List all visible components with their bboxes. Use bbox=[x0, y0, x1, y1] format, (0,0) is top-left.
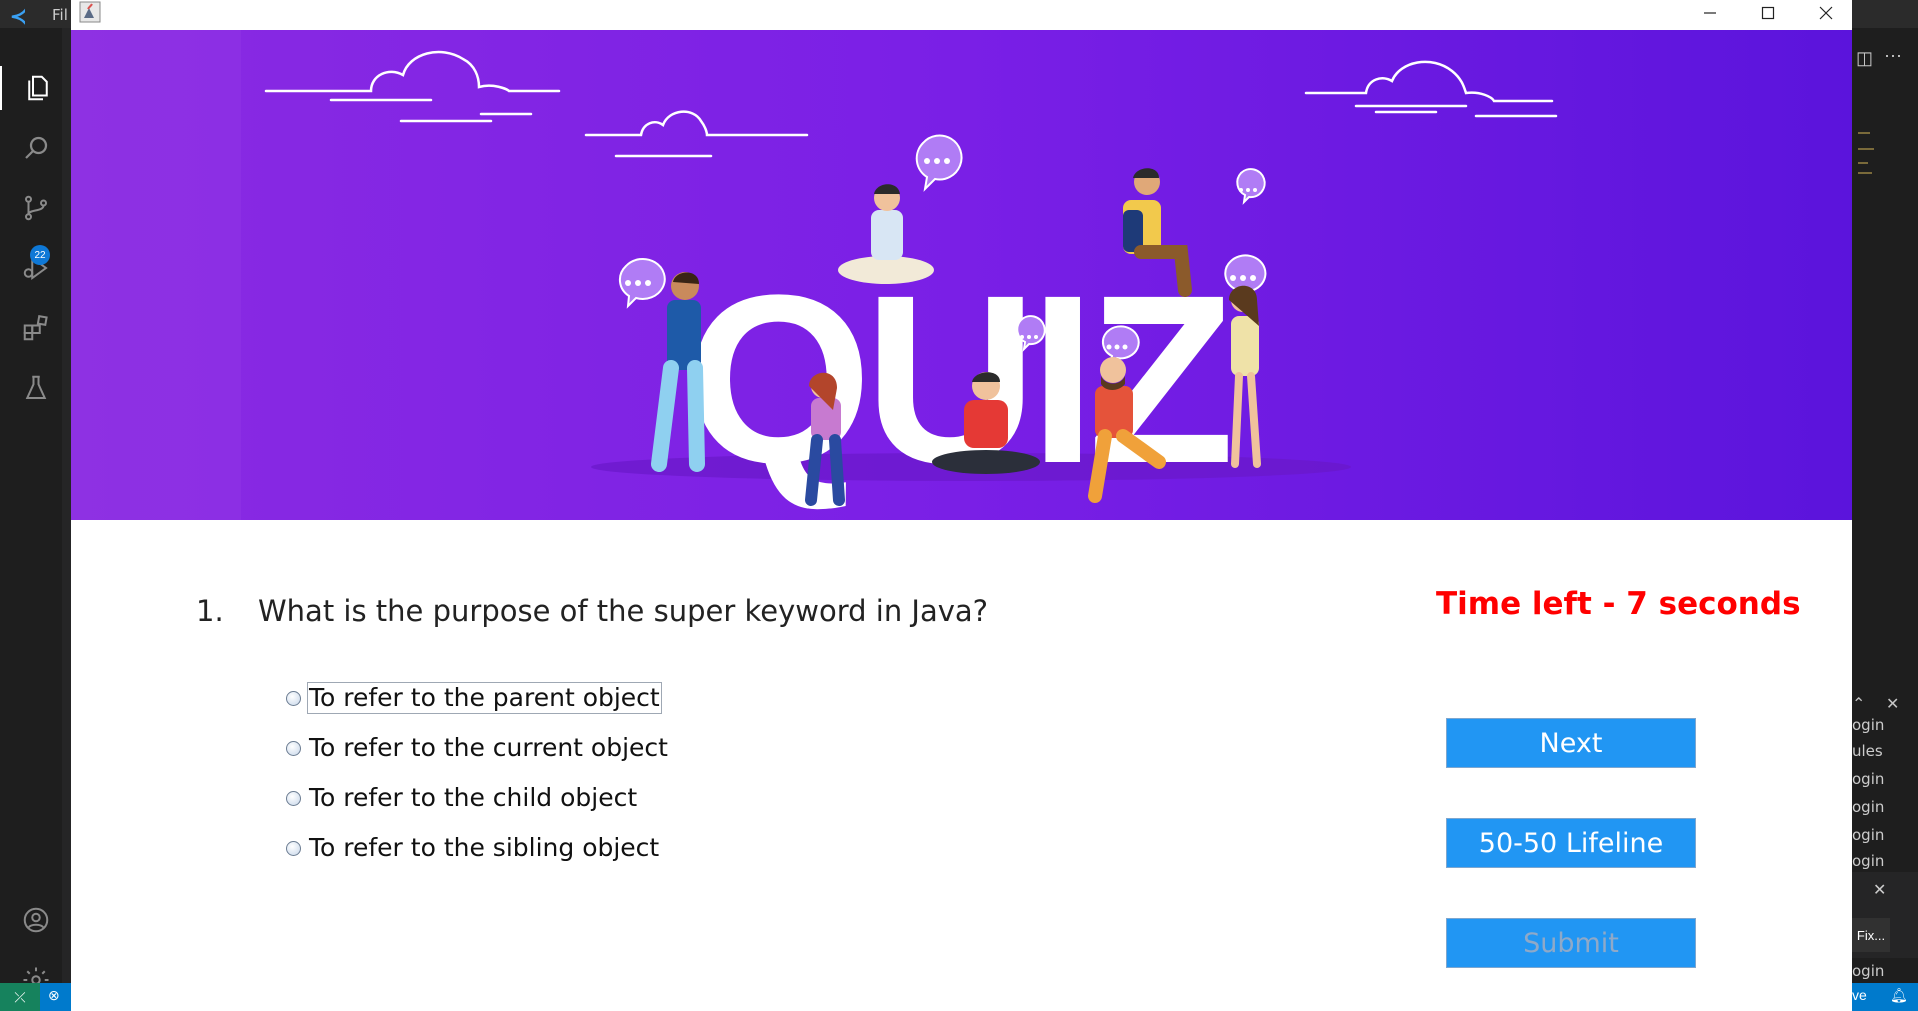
split-editor-icon[interactable]: ◫ bbox=[1856, 48, 1873, 69]
notifications-bell-icon[interactable]: 🔔︎ bbox=[1890, 987, 1908, 1004]
minimize-button[interactable] bbox=[1681, 0, 1739, 26]
status-errors-icon[interactable]: ⊗ bbox=[48, 987, 60, 1004]
java-app-icon bbox=[79, 1, 101, 23]
quiz-window: QUIZ 1. What is the purpose of the super… bbox=[71, 0, 1852, 1011]
status-right-text[interactable]: ve bbox=[1852, 987, 1867, 1003]
radio-button[interactable] bbox=[286, 840, 301, 856]
option-4[interactable]: To refer to the sibling object bbox=[286, 831, 660, 865]
testing-icon[interactable] bbox=[14, 366, 58, 410]
question-text: What is the purpose of the super keyword… bbox=[258, 594, 989, 628]
panel-line: ogin bbox=[1852, 962, 1885, 980]
minimap-line bbox=[1858, 162, 1868, 164]
fifty-fifty-lifeline-button[interactable]: 50-50 Lifeline bbox=[1446, 818, 1696, 868]
quiz-banner-image: QUIZ bbox=[71, 30, 1852, 520]
option-label: To refer to the child object bbox=[309, 783, 638, 812]
timer-label: Time left - 7 seconds bbox=[1436, 586, 1801, 622]
radio-button[interactable] bbox=[286, 740, 301, 756]
panel-line: ogin bbox=[1852, 716, 1885, 734]
option-label: To refer to the sibling object bbox=[309, 833, 660, 862]
option-1[interactable]: To refer to the parent object bbox=[286, 681, 662, 715]
panel-line: ogin bbox=[1852, 826, 1885, 844]
vscode-logo-icon: ≺ bbox=[10, 6, 27, 28]
panel-line: ogin bbox=[1852, 852, 1885, 870]
minimap-line bbox=[1858, 148, 1874, 150]
radio-button[interactable] bbox=[286, 690, 301, 706]
option-label: To refer to the current object bbox=[309, 733, 668, 762]
option-3[interactable]: To refer to the child object bbox=[286, 781, 638, 815]
panel-line: ogin bbox=[1852, 770, 1885, 788]
option-2[interactable]: To refer to the current object bbox=[286, 731, 669, 765]
extensions-icon[interactable] bbox=[14, 306, 58, 350]
quiz-window-titlebar bbox=[71, 0, 1852, 30]
vscode-activity-bar bbox=[0, 28, 71, 993]
vscode-sidebar-edge bbox=[62, 28, 71, 983]
minimap-line bbox=[1858, 132, 1870, 134]
submit-button[interactable]: Submit bbox=[1446, 918, 1696, 968]
radio-button[interactable] bbox=[286, 790, 301, 806]
more-actions-icon[interactable]: ⋯ bbox=[1884, 46, 1902, 67]
close-button[interactable] bbox=[1797, 0, 1852, 26]
remote-icon[interactable]: ⤫ bbox=[0, 983, 40, 1011]
panel-line: ules bbox=[1852, 742, 1883, 760]
banner-quiz-text: QUIZ bbox=[685, 245, 1228, 513]
minimize-icon bbox=[1704, 12, 1716, 14]
maximize-icon bbox=[1761, 6, 1775, 20]
vscode-file-menu[interactable]: Fil bbox=[52, 6, 68, 24]
next-button[interactable]: Next bbox=[1446, 718, 1696, 768]
panel-line: ogin bbox=[1852, 798, 1885, 816]
question-number: 1. bbox=[196, 594, 224, 628]
panel-close-icon[interactable]: ✕ bbox=[1886, 694, 1899, 714]
panel-maximize-icon[interactable]: ⌃ bbox=[1852, 694, 1865, 714]
notification-close-icon[interactable]: ✕ bbox=[1873, 880, 1886, 900]
option-label: To refer to the parent object bbox=[307, 682, 662, 714]
notification-fix-button[interactable]: Fix... bbox=[1852, 918, 1890, 952]
maximize-button[interactable] bbox=[1739, 0, 1797, 26]
account-icon[interactable] bbox=[14, 898, 58, 942]
debug-badge: 22 bbox=[30, 245, 50, 265]
source-control-icon[interactable] bbox=[14, 186, 58, 230]
close-icon bbox=[1819, 6, 1833, 20]
search-icon[interactable] bbox=[14, 126, 58, 170]
minimap-line bbox=[1858, 172, 1872, 174]
